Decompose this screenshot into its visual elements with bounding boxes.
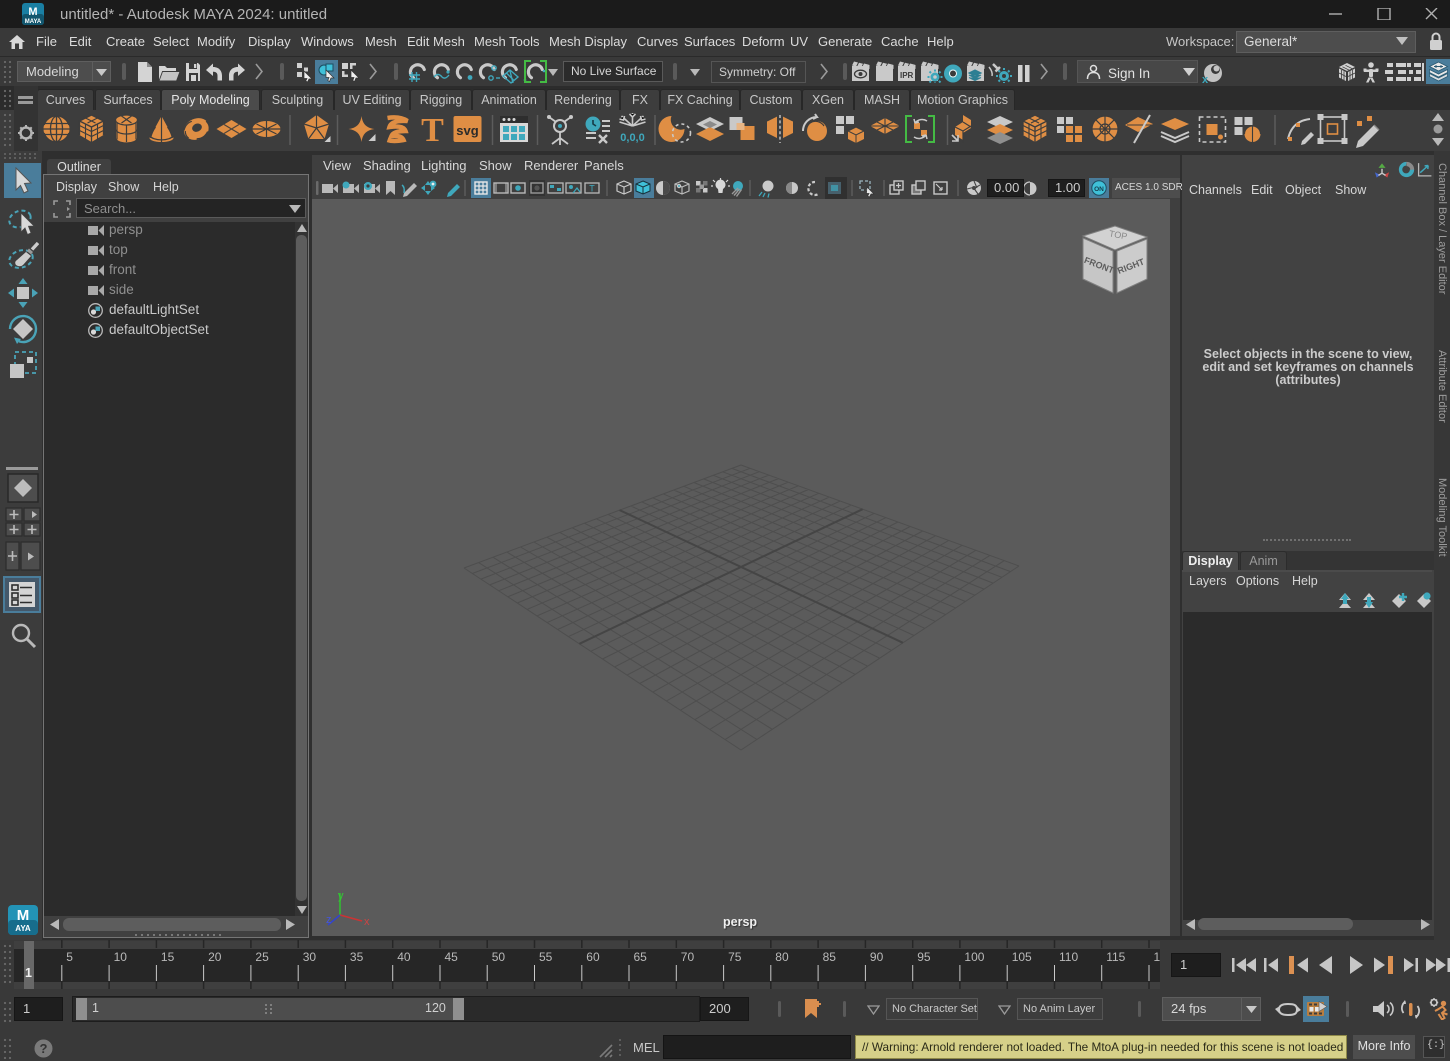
svg-text:15: 15 (161, 950, 175, 964)
svg-text:5: 5 (66, 950, 73, 964)
svg-text:55: 55 (539, 950, 553, 964)
svg-text:0,0,0: 0,0,0 (620, 132, 644, 144)
svg-text:100: 100 (964, 950, 984, 964)
svg-text:M: M (17, 907, 30, 924)
svg-text:60: 60 (586, 950, 600, 964)
svg-text:IPR: IPR (900, 71, 914, 80)
svg-text:65: 65 (634, 950, 648, 964)
svg-text:90: 90 (870, 950, 884, 964)
svg-text:20: 20 (208, 950, 222, 964)
svg-text:105: 105 (1012, 950, 1032, 964)
svg-text:50: 50 (492, 950, 506, 964)
svg-text:MAYA: MAYA (25, 19, 42, 25)
svg-text:80: 80 (775, 950, 789, 964)
svg-text:110: 110 (1059, 950, 1078, 964)
svg-text:y: y (338, 890, 344, 902)
svg-text:x: x (364, 916, 370, 928)
svg-text:M: M (28, 6, 37, 18)
svg-text:?: ? (40, 1041, 48, 1056)
svg-text:85: 85 (823, 950, 837, 964)
svg-text:ON: ON (1094, 186, 1104, 193)
svg-text:75: 75 (728, 950, 742, 964)
svg-text:35: 35 (350, 950, 364, 964)
svg-text:AYA: AYA (15, 924, 31, 933)
svg-text:T: T (421, 112, 444, 149)
svg-text:T: T (589, 184, 595, 194)
svg-text:svg: svg (456, 123, 478, 138)
svg-text:70: 70 (681, 950, 695, 964)
svg-text:30: 30 (303, 950, 317, 964)
svg-text:x: x (1202, 74, 1209, 85)
svg-text:40: 40 (397, 950, 411, 964)
svg-text:10: 10 (114, 950, 128, 964)
svg-text:115: 115 (1106, 950, 1125, 964)
svg-text:95: 95 (917, 950, 931, 964)
svg-text:25: 25 (255, 950, 269, 964)
svg-text:120: 120 (1154, 950, 1161, 964)
svg-text:z: z (326, 914, 332, 926)
svg-text:45: 45 (445, 950, 459, 964)
